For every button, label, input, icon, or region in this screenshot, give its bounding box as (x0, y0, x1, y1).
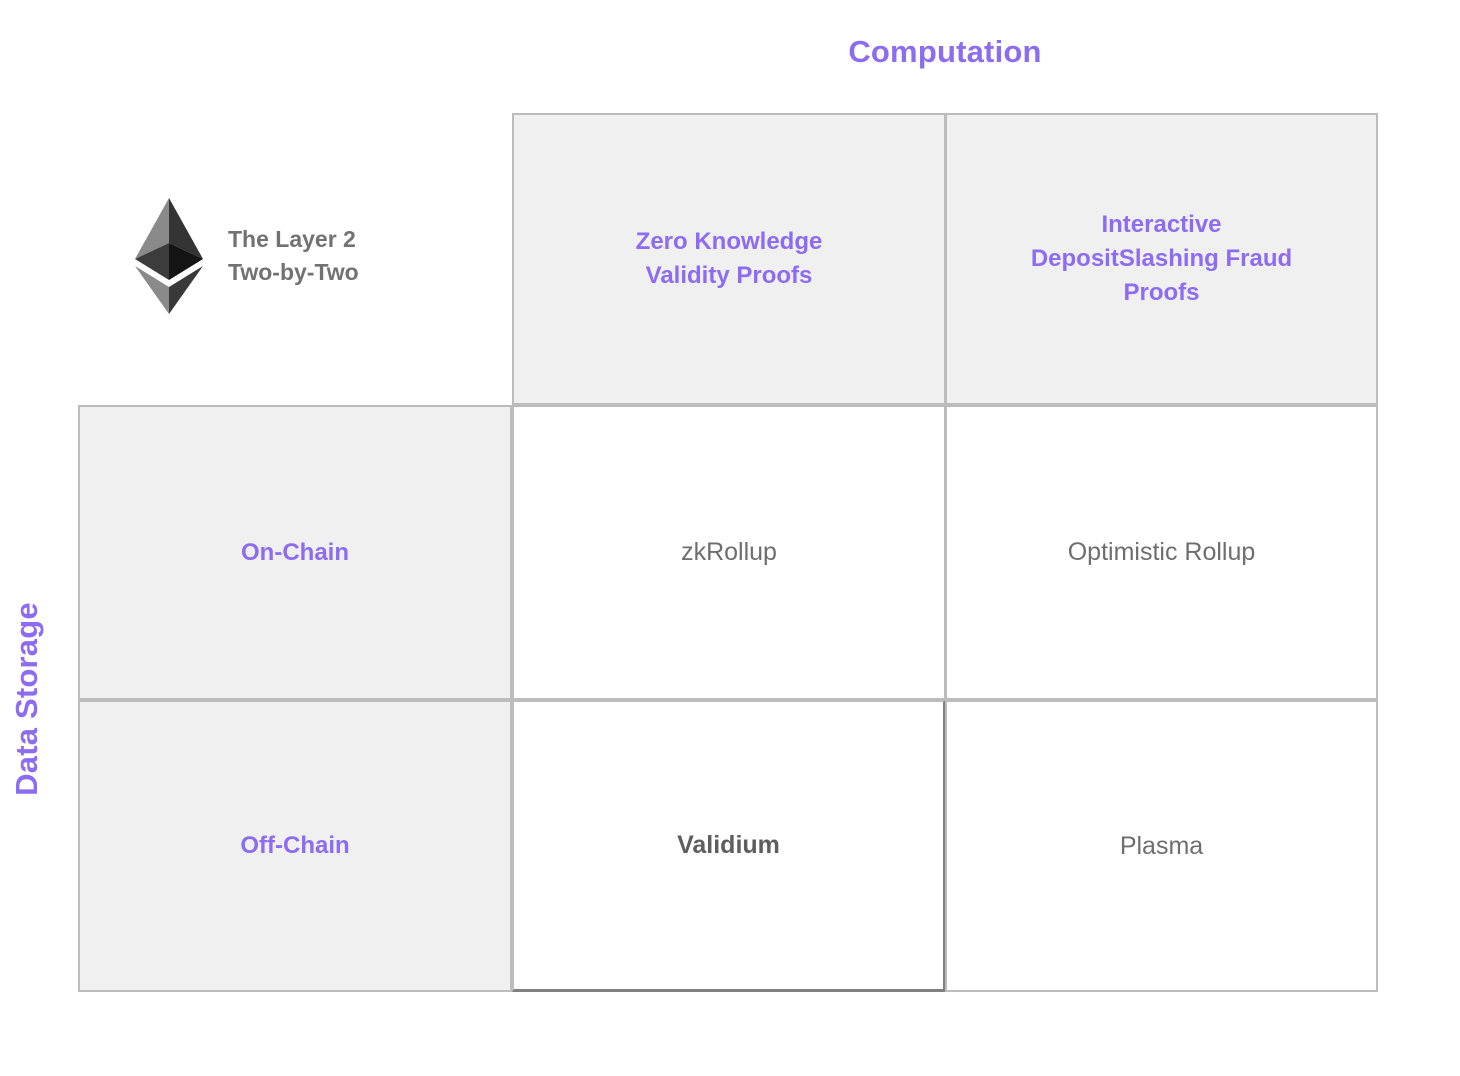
data-storage-axis-title-wrap: Data Storage (0, 405, 54, 993)
matrix-cell-validium[interactable]: Validium (512, 700, 946, 992)
matrix-cell-label: zkRollup (681, 538, 777, 566)
matrix-cell-zkrollup[interactable]: zkRollup (512, 405, 946, 700)
row-header-off-chain[interactable]: Off-Chain (78, 700, 512, 992)
matrix-cell-label: Optimistic Rollup (1067, 538, 1256, 566)
matrix-cell-plasma[interactable]: Plasma (945, 700, 1378, 992)
matrix-cell-label: Validium (677, 831, 780, 859)
row-header-label: On-Chain (241, 538, 349, 566)
computation-axis-title: Computation (848, 34, 1042, 69)
column-header-label: Interactive DepositSlashing Fraud Proofs (1030, 210, 1293, 307)
column-header-zero-knowledge-validity-proofs[interactable]: Zero Knowledge Validity Proofs (512, 113, 946, 405)
row-header-on-chain[interactable]: On-Chain (78, 405, 512, 700)
column-header-interactive-fraud-proofs[interactable]: Interactive DepositSlashing Fraud Proofs (945, 113, 1378, 405)
matrix-cell-optimistic-rollup[interactable]: Optimistic Rollup (945, 405, 1378, 700)
column-header-label: Zero Knowledge Validity Proofs (635, 227, 823, 289)
matrix-grid: Zero Knowledge Validity Proofs Interacti… (78, 113, 1378, 992)
data-storage-axis-title: Data Storage (9, 602, 44, 796)
matrix-cell-label: Plasma (1119, 831, 1204, 860)
matrix-corner-blank (78, 113, 512, 405)
row-header-label: Off-Chain (240, 832, 350, 860)
layer2-matrix-diagram: Computation Data Storage The Layer 2 Two… (0, 0, 1460, 1076)
